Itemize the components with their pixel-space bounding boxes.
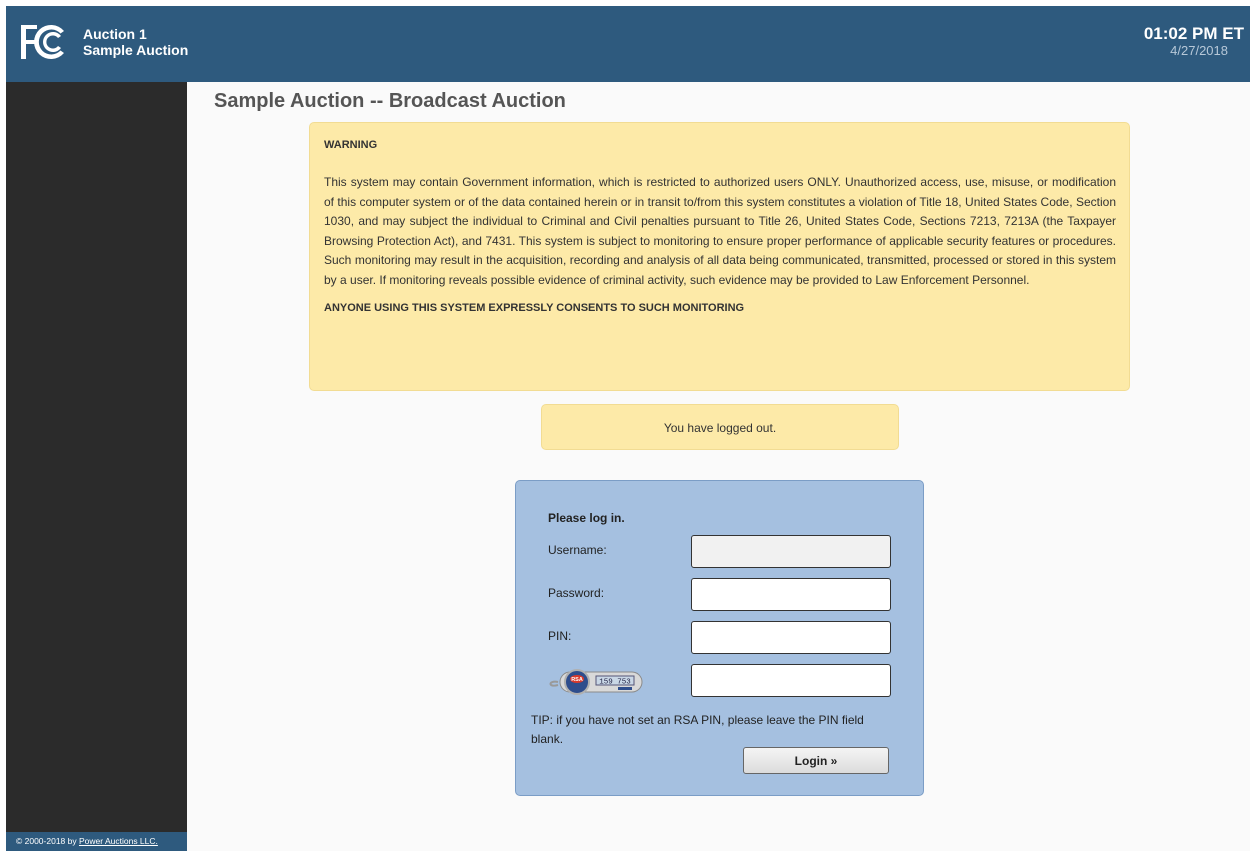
power-auctions-link[interactable]: Power Auctions LLC.	[79, 836, 158, 846]
warning-panel: WARNING This system may contain Governme…	[309, 122, 1130, 391]
svg-text:159 753: 159 753	[599, 679, 631, 687]
clock-date: 4/27/2018	[1170, 43, 1228, 58]
auction-name: Auction 1	[83, 26, 147, 42]
rsa-securid-token-icon: RSA 159 753	[549, 669, 643, 695]
pin-label: PIN:	[548, 629, 572, 643]
copyright-footer: © 2000-2018 by Power Auctions LLC.	[6, 832, 187, 851]
warning-heading: WARNING	[324, 139, 378, 151]
sidebar: © 2000-2018 by Power Auctions LLC.	[6, 82, 187, 851]
pin-tip: TIP: if you have not set an RSA PIN, ple…	[531, 713, 864, 746]
clock-time: 01:02 PM ET	[1143, 24, 1244, 43]
rsa-token-input[interactable]	[691, 664, 891, 697]
fcc-logo-icon	[21, 25, 64, 59]
logout-message: You have logged out.	[541, 404, 899, 450]
svg-text:RSA: RSA	[571, 677, 583, 683]
auction-title: Auction 1 Sample Auction	[83, 26, 188, 58]
username-input[interactable]	[691, 535, 891, 568]
login-button[interactable]: Login »	[743, 747, 889, 774]
username-label: Username:	[548, 543, 607, 557]
auction-subtitle: Sample Auction	[83, 42, 189, 58]
warning-body: This system may contain Government infor…	[324, 175, 1116, 287]
page-title: Sample Auction -- Broadcast Auction	[214, 90, 566, 112]
password-input[interactable]	[691, 578, 891, 611]
password-label: Password:	[548, 586, 605, 600]
login-heading: Please log in.	[548, 511, 625, 525]
clock: 01:02 PM ET 4/27/2018	[1144, 24, 1244, 58]
login-form: Please log in. Username: Password: PIN: …	[515, 480, 924, 796]
copyright-text: © 2000-2018 by	[16, 836, 79, 846]
warning-consent: ANYONE USING THIS SYSTEM EXPRESSLY CONSE…	[324, 302, 745, 314]
app-header: Auction 1 Sample Auction 01:02 PM ET 4/2…	[6, 6, 1250, 82]
pin-input[interactable]	[691, 621, 891, 654]
